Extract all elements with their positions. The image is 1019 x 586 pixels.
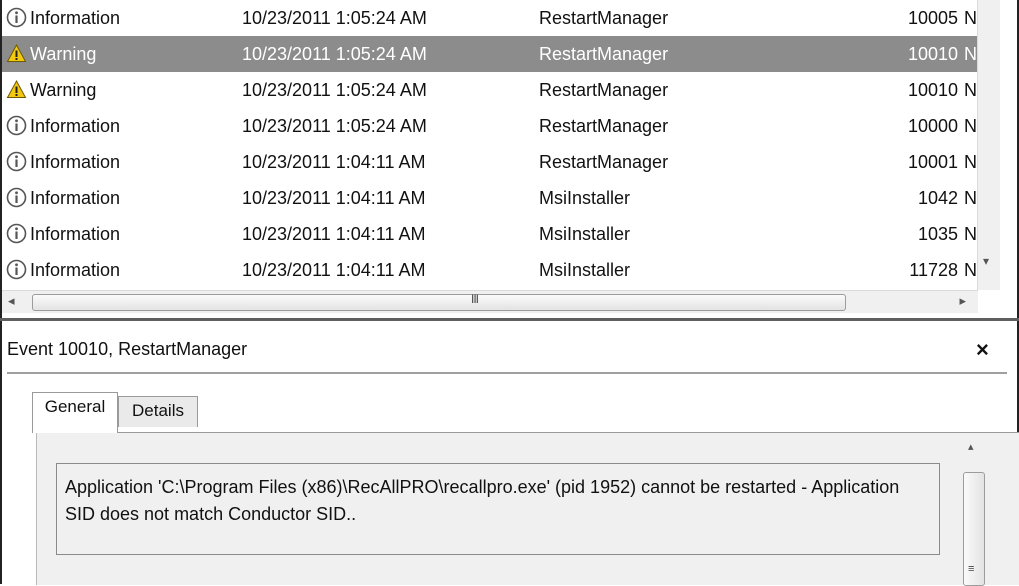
- info-icon: [6, 144, 28, 180]
- table-row[interactable]: Information 10/23/2011 1:04:11 AM MsiInsta…: [2, 252, 977, 288]
- info-icon: [6, 108, 28, 144]
- date-cell: 10/23/2011 1:05:24 AM: [242, 116, 427, 136]
- tab-details[interactable]: Details: [118, 396, 198, 427]
- level-text: Information: [30, 260, 121, 280]
- detail-vertical-scrollbar[interactable]: ▴ ≡: [961, 436, 987, 586]
- warning-icon: [6, 36, 28, 72]
- source-cell: RestartManager: [539, 116, 669, 136]
- info-icon: [6, 0, 28, 36]
- event-list: Information 10/23/2011 1:05:24 AM RestartM…: [2, 0, 977, 290]
- task-category-cell: N: [964, 116, 977, 136]
- level-text: Warning: [30, 80, 97, 100]
- date-cell: 10/23/2011 1:05:24 AM: [242, 80, 427, 100]
- warning-icon: [6, 72, 28, 108]
- event-detail-pane: Event 10010, RestartManager × General De…: [2, 321, 1019, 586]
- info-icon: [6, 216, 28, 252]
- tab-general[interactable]: General: [32, 392, 118, 433]
- general-tab-panel: Application 'C:\Program Files (x86)\RecA…: [36, 432, 1019, 586]
- event-id-cell: 1035: [917, 224, 958, 244]
- level-cell: Information: [6, 180, 226, 216]
- scroll-up-arrow-icon[interactable]: ▴: [968, 440, 974, 453]
- event-description-box[interactable]: Application 'C:\Program Files (x86)\RecA…: [56, 463, 940, 555]
- scroll-down-arrow-icon[interactable]: ▾: [983, 254, 989, 268]
- task-category-cell: N: [964, 224, 977, 244]
- date-cell: 10/23/2011 1:04:11 AM: [242, 188, 426, 208]
- date-cell: 10/23/2011 1:05:24 AM: [242, 8, 427, 28]
- source-cell: RestartManager: [539, 44, 669, 64]
- info-icon: [6, 252, 28, 288]
- level-text: Information: [30, 116, 121, 136]
- event-list-pane: Information 10/23/2011 1:05:24 AM RestartM…: [2, 0, 1017, 318]
- event-description-text: Application 'C:\Program Files (x86)\RecA…: [65, 477, 900, 524]
- level-text: Information: [30, 152, 121, 172]
- date-cell: 10/23/2011 1:05:24 AM: [242, 44, 427, 64]
- event-list-vertical-scrollbar[interactable]: ▾: [977, 0, 1000, 290]
- source-cell: MsiInstaller: [539, 188, 631, 208]
- event-id-cell: 10010: [907, 44, 958, 64]
- level-text: Information: [30, 8, 121, 28]
- level-cell: Information: [6, 144, 226, 180]
- scroll-grip-icon: ≡: [968, 563, 975, 575]
- date-cell: 10/23/2011 1:04:11 AM: [242, 224, 426, 244]
- task-category-cell: N: [964, 8, 977, 28]
- task-category-cell: N: [964, 44, 977, 64]
- level-cell: Information: [6, 216, 226, 252]
- table-row[interactable]: Information 10/23/2011 1:05:24 AM RestartM…: [2, 0, 977, 36]
- level-cell: Information: [6, 252, 226, 288]
- event-id-cell: 1042: [917, 188, 958, 208]
- title-divider: [7, 372, 1007, 374]
- table-row[interactable]: Information 10/23/2011 1:04:11 AM MsiInsta…: [2, 180, 977, 216]
- date-cell: 10/23/2011 1:04:11 AM: [242, 152, 426, 172]
- scroll-grip-icon: III: [471, 292, 479, 306]
- scroll-left-arrow-icon[interactable]: ◂: [8, 293, 15, 309]
- table-row[interactable]: Warning 10/23/2011 1:05:24 AM RestartManag…: [2, 36, 977, 72]
- table-row[interactable]: Warning 10/23/2011 1:05:24 AM RestartManag…: [2, 72, 977, 108]
- event-id-cell: 10000: [907, 116, 958, 136]
- event-list-horizontal-scrollbar[interactable]: ◂ III ▸: [2, 290, 978, 313]
- table-row[interactable]: Information 10/23/2011 1:04:11 AM MsiInsta…: [2, 216, 977, 252]
- table-row[interactable]: Information 10/23/2011 1:05:24 AM RestartM…: [2, 108, 977, 144]
- level-cell: Information: [6, 0, 226, 36]
- level-cell: Warning: [6, 72, 226, 108]
- date-cell: 10/23/2011 1:04:11 AM: [242, 260, 426, 280]
- info-icon: [6, 180, 28, 216]
- event-id-cell: 10001: [907, 152, 958, 172]
- event-id-cell: 10005: [907, 8, 958, 28]
- level-cell: Information: [6, 108, 226, 144]
- close-icon[interactable]: ×: [976, 337, 989, 363]
- source-cell: RestartManager: [539, 152, 669, 172]
- table-row[interactable]: Information 10/23/2011 1:04:11 AM RestartM…: [2, 144, 977, 180]
- level-cell: Warning: [6, 36, 226, 72]
- vertical-scroll-thumb[interactable]: ≡: [963, 472, 985, 586]
- task-category-cell: N: [964, 260, 977, 280]
- source-cell: MsiInstaller: [539, 224, 631, 244]
- task-category-cell: N: [964, 80, 977, 100]
- level-text: Information: [30, 188, 121, 208]
- event-id-cell: 11728: [909, 260, 958, 280]
- task-category-cell: N: [964, 188, 977, 208]
- horizontal-scroll-thumb[interactable]: III: [32, 292, 846, 311]
- event-id-cell: 10010: [907, 80, 958, 100]
- source-cell: RestartManager: [539, 8, 669, 28]
- level-text: Information: [30, 224, 121, 244]
- source-cell: MsiInstaller: [539, 260, 631, 280]
- source-cell: RestartManager: [539, 80, 669, 100]
- scroll-right-arrow-icon[interactable]: ▸: [959, 293, 966, 309]
- event-detail-title: Event 10010, RestartManager: [7, 339, 248, 359]
- level-text: Warning: [30, 44, 97, 64]
- task-category-cell: N: [964, 152, 977, 172]
